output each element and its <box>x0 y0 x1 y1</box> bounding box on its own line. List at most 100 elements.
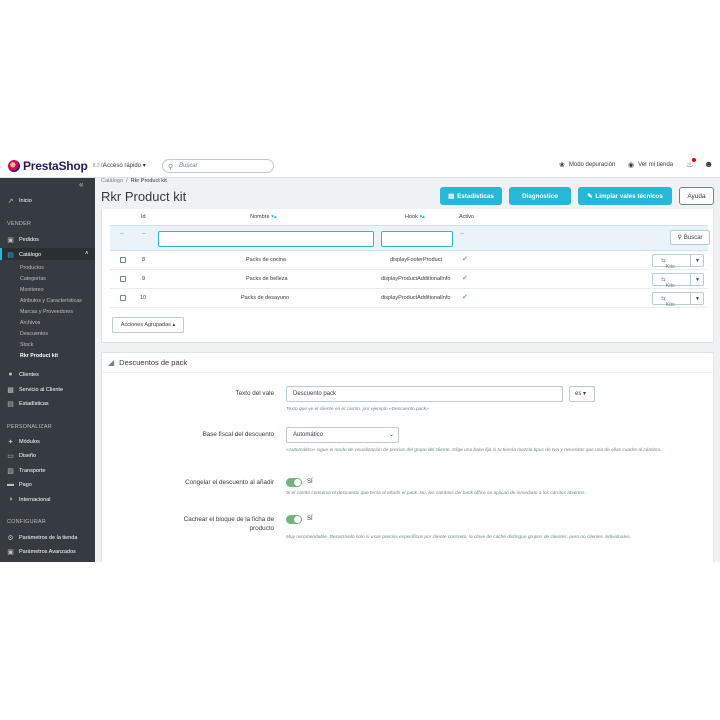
eye-icon: ◉ <box>628 162 635 169</box>
quick-access-dropdown[interactable]: Acceso rápido ▾ <box>103 162 146 169</box>
collapse-menu-icon[interactable]: « <box>79 180 83 189</box>
row-checkbox[interactable] <box>120 257 126 263</box>
kits-action-button[interactable]: ⇆ Kits ▼ <box>652 292 704 308</box>
cache-block-toggle[interactable] <box>286 515 302 524</box>
sidebar-item-payment[interactable]: ▬ Pago <box>7 481 32 488</box>
row-name: Packs de belleza <box>246 276 288 282</box>
row-checkbox[interactable] <box>120 295 126 301</box>
sidebar-item-advanced-params[interactable]: ▣ Parámetros Avanzados <box>7 548 76 556</box>
row-checkbox[interactable] <box>120 276 126 282</box>
sidebar-item-customers[interactable]: ● Clientes <box>7 371 39 378</box>
sidebar-item-stats[interactable]: ▤ Estadísticas <box>7 400 48 408</box>
sidebar-item-customer-service[interactable]: ▩ Servicio al Cliente <box>7 386 63 394</box>
brand-name: PrestaShop <box>23 159 88 173</box>
column-id: Id <box>141 214 146 220</box>
row-hook: displayFooterProduct <box>390 257 442 263</box>
voucher-text-label: Texto del vale <box>235 390 274 397</box>
search-input[interactable]: ⚲ Buscar <box>162 159 274 173</box>
search-placeholder: Buscar <box>179 163 198 169</box>
debug-mode-label: Modo depuración <box>568 162 616 168</box>
sidebar-item-home[interactable]: ↗ Inicio <box>7 197 32 205</box>
tag-icon: ◢ <box>108 358 115 367</box>
bulk-actions-button[interactable]: Acciones Agrupadas ▴ <box>112 317 184 333</box>
kits-list-panel: Id Nombre ▾▴ Hook ▾▴ Activo -- -- -- ⚲ B… <box>101 209 714 343</box>
kits-action-button[interactable]: ⇆ Kits ▼ <box>652 273 704 289</box>
store-icon: ▤ <box>7 252 14 259</box>
kits-label: ⇆ Kits <box>661 277 675 289</box>
table-row: 8 Packs de cocina displayFooterProduct ✔… <box>110 251 708 270</box>
cart-icon: ▣ <box>7 237 14 244</box>
column-hook[interactable]: Hook ▾▴ <box>405 214 425 220</box>
prestashop-logo-icon <box>8 160 20 172</box>
caret-down-icon[interactable]: ▼ <box>695 296 700 302</box>
sidebar-sub-rkr-product-kit[interactable]: Rkr Product kit <box>20 353 58 359</box>
search-icon: ⚲ <box>168 164 174 171</box>
language-dropdown[interactable]: es ▾ <box>569 386 595 402</box>
sidebar-item-catalog[interactable]: ▤ Catálogo <box>7 251 41 259</box>
panel-header: ◢ Descuentos de pack <box>102 353 713 373</box>
sidebar-item-orders[interactable]: ▣ Pedidos <box>7 236 39 244</box>
voucher-text-input[interactable]: Descuento pack <box>286 386 563 402</box>
account-icon: ● <box>8 371 13 378</box>
check-icon[interactable]: ✔ <box>462 274 468 282</box>
freeze-discount-help: Si el carrito conserva el descuento que … <box>286 491 586 496</box>
column-active: Activo <box>459 214 474 220</box>
filter-search-button[interactable]: ⚲ Buscar <box>670 230 710 245</box>
panel-title: Descuentos de pack <box>119 358 188 367</box>
breadcrumb-catalog[interactable]: Catálogo <box>101 178 123 184</box>
filter-name-input[interactable] <box>158 231 374 247</box>
check-icon[interactable]: ✔ <box>462 255 468 263</box>
freeze-discount-toggle[interactable] <box>286 478 302 487</box>
sidebar-sub-monitoring[interactable]: Monitoreo <box>20 287 44 293</box>
sort-arrows-icon[interactable]: ▾▴ <box>419 214 425 220</box>
sidebar-sub-files[interactable]: Archivos <box>20 320 40 326</box>
view-store-link[interactable]: ◉ Ver mi tienda <box>628 161 673 169</box>
diagnostics-button[interactable]: Diagnóstico <box>509 187 571 205</box>
row-name: Packs de desayuno <box>241 295 290 301</box>
stats-button[interactable]: ▤ Estadísticas <box>440 187 502 205</box>
account-button[interactable]: ☻ <box>704 159 713 169</box>
sidebar-item-international[interactable]: ◑ Internacional <box>7 496 50 503</box>
check-icon[interactable]: ✔ <box>462 293 468 301</box>
top-header: PrestaShop 8.2.0 Acceso rápido ▾ ⚲ Busca… <box>0 154 720 178</box>
sidebar-sub-stock[interactable]: Stock <box>20 342 33 348</box>
help-button[interactable]: Ayuda <box>679 187 714 205</box>
app-frame: PrestaShop 8.2.0 Acceso rápido ▾ ⚲ Busca… <box>0 154 720 562</box>
caret-down-icon[interactable]: ▼ <box>695 277 700 283</box>
sidebar-item-shipping[interactable]: ▨ Transporte <box>7 467 45 475</box>
sidebar-sub-discounts[interactable]: Descuentos <box>20 331 48 337</box>
tax-base-label: Base fiscal del descuento <box>202 431 274 438</box>
sidebar-sub-categories[interactable]: Categorías <box>20 276 46 282</box>
voucher-text-help: Texto que ve el cliente en el carrito, p… <box>286 407 429 412</box>
pack-discounts-panel: ◢ Descuentos de pack Texto del vale Desc… <box>101 352 714 562</box>
bug-icon: ❀ <box>559 162 565 169</box>
chat-icon: ▩ <box>7 387 14 394</box>
filter-hook-input[interactable] <box>381 231 453 247</box>
table-row: 10 Packs de desayuno displayProductAddit… <box>110 289 708 308</box>
caret-down-icon[interactable]: ▼ <box>695 258 700 264</box>
column-name[interactable]: Nombre ▾▴ <box>250 214 277 220</box>
freeze-discount-value: SÍ <box>307 479 313 485</box>
sidebar-item-design[interactable]: ▭ Diseño <box>7 452 36 460</box>
brand-logo[interactable]: PrestaShop 8.2.0 <box>8 159 104 173</box>
sidebar-sub-products[interactable]: Productos <box>20 265 44 271</box>
sidebar-sub-brands[interactable]: Marcas y Proveedores <box>20 309 73 315</box>
kits-action-button[interactable]: ⇆ Kits ▼ <box>652 254 704 270</box>
clean-vouchers-button[interactable]: ✎ Limpiar vales técnicos <box>578 187 672 205</box>
chevron-up-icon: ˄ <box>85 251 89 257</box>
sort-arrows-icon[interactable]: ▾▴ <box>271 214 277 220</box>
bar-chart-icon: ▤ <box>448 192 455 200</box>
filter-dash: -- <box>120 231 124 237</box>
truck-icon: ▨ <box>7 468 14 475</box>
sidebar-item-shop-params[interactable]: ⚙ Parámetros de la tienda <box>7 534 77 542</box>
tax-base-select[interactable]: Automático ⌄ <box>286 427 399 443</box>
cache-block-label: Cachear el bloque de la ficha de product… <box>183 516 274 532</box>
user-icon: ☻ <box>704 159 714 169</box>
freeze-discount-label: Congelar el descuento al añadir <box>185 479 274 486</box>
debug-mode-link[interactable]: ❀ Modo depuración <box>559 161 615 169</box>
sidebar-sub-attributes[interactable]: Atributos y Características <box>20 298 82 304</box>
row-hook: displayProductAdditionalInfo <box>381 276 451 282</box>
view-store-label: Ver mi tienda <box>638 162 674 168</box>
sidebar-item-modules[interactable]: ✦ Módulos <box>7 438 40 446</box>
globe-icon: ◑ <box>8 496 13 503</box>
